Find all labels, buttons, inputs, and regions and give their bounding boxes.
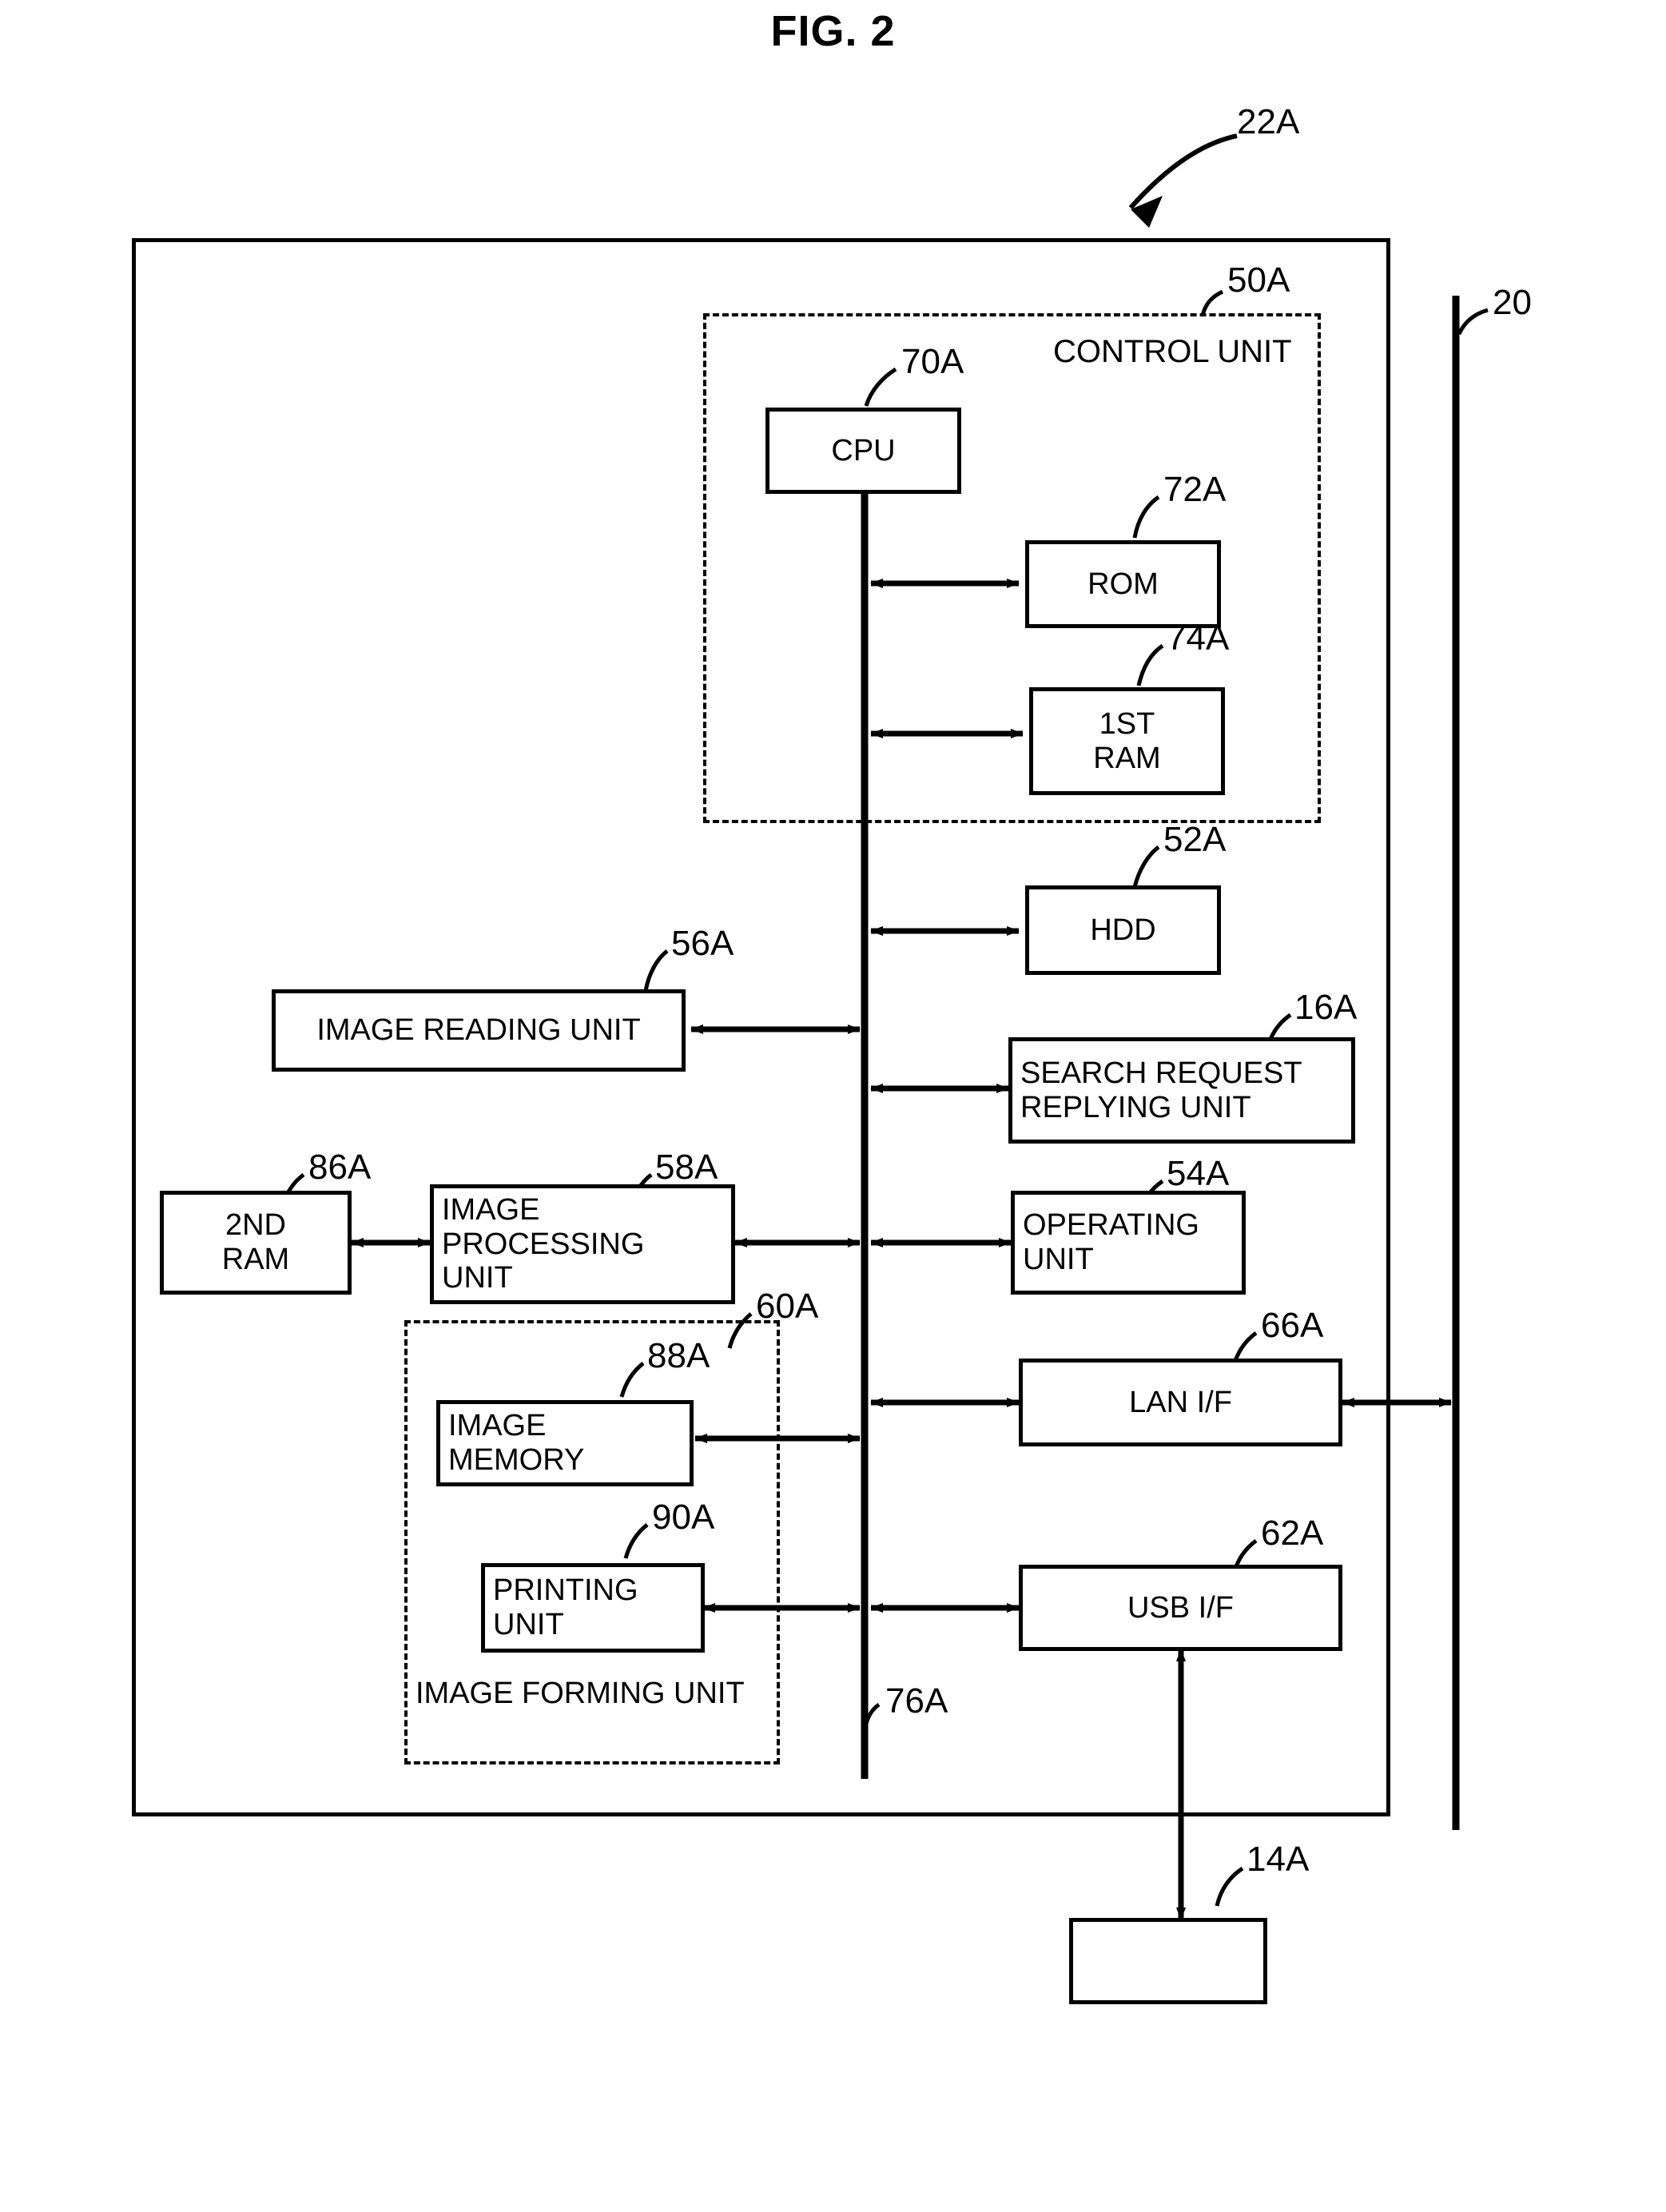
second-ram-block[interactable]: 2ND RAM: [160, 1191, 352, 1295]
external-device-block[interactable]: [1069, 1918, 1267, 2004]
second-ram-label-line2: RAM: [221, 1243, 290, 1276]
image-processing-unit-label-line1: IMAGE: [442, 1193, 540, 1227]
rom-block[interactable]: ROM: [1025, 540, 1221, 628]
first-ram-block[interactable]: 1ST RAM: [1029, 687, 1225, 795]
image-memory-label-line2: MEMORY: [448, 1443, 585, 1477]
ref-58A: 58A: [655, 1148, 718, 1187]
ref-14A: 14A: [1247, 1840, 1310, 1879]
ref-62A: 62A: [1261, 1514, 1324, 1553]
search-request-replying-unit-block[interactable]: SEARCH REQUEST REPLYING UNIT: [1008, 1037, 1355, 1144]
image-reading-unit-block[interactable]: IMAGE READING UNIT: [272, 989, 686, 1072]
ref-20: 20: [1493, 283, 1532, 322]
image-reading-unit-label: IMAGE READING UNIT: [316, 1013, 641, 1048]
image-processing-unit-block[interactable]: IMAGE PROCESSING UNIT: [430, 1184, 735, 1304]
first-ram-label-line2: RAM: [1093, 741, 1161, 775]
operating-unit-label-line1: OPERATING: [1023, 1208, 1199, 1243]
printing-unit-block[interactable]: PRINTING UNIT: [481, 1563, 705, 1653]
rom-label: ROM: [1087, 567, 1159, 601]
ref-50A: 50A: [1227, 261, 1290, 300]
ref-66A: 66A: [1261, 1306, 1324, 1345]
hdd-block[interactable]: HDD: [1025, 885, 1221, 975]
operating-unit-block[interactable]: OPERATING UNIT: [1011, 1191, 1246, 1295]
ref-54A: 54A: [1167, 1154, 1230, 1193]
first-ram-label-line1: 1ST: [1099, 706, 1155, 741]
lan-if-block[interactable]: LAN I/F: [1019, 1359, 1342, 1446]
image-processing-unit-label-line2: PROCESSING: [442, 1227, 645, 1261]
search-request-replying-unit-label-line2: REPLYING UNIT: [1020, 1090, 1251, 1124]
second-ram-label-line1: 2ND: [225, 1208, 287, 1243]
image-memory-label-line1: IMAGE: [448, 1409, 547, 1443]
control-unit-label: CONTROL UNIT: [1053, 334, 1292, 369]
printing-unit-label-line1: PRINTING: [493, 1573, 638, 1608]
ref-22A: 22A: [1237, 102, 1300, 141]
image-processing-unit-label-line3: UNIT: [442, 1261, 513, 1295]
figure-canvas: FIG. 2 22A 20 50A 70A 72A 74A 52A 56A 16…: [0, 0, 1666, 2212]
cpu-block[interactable]: CPU: [765, 408, 961, 494]
ref-16A: 16A: [1294, 988, 1358, 1027]
control-unit-container: [703, 313, 1321, 823]
ref-86A: 86A: [308, 1148, 372, 1187]
hdd-label: HDD: [1090, 913, 1156, 947]
image-memory-block[interactable]: IMAGE MEMORY: [436, 1400, 694, 1486]
image-forming-unit-label: IMAGE FORMING UNIT: [416, 1677, 745, 1710]
ref-52A: 52A: [1163, 820, 1227, 859]
ref-76A: 76A: [885, 1681, 948, 1721]
usb-if-label: USB I/F: [1127, 1590, 1235, 1625]
printing-unit-label-line2: UNIT: [493, 1608, 564, 1641]
lan-if-label: LAN I/F: [1129, 1385, 1232, 1419]
search-request-replying-unit-label-line1: SEARCH REQUEST: [1020, 1056, 1302, 1090]
ref-56A: 56A: [671, 924, 734, 963]
operating-unit-label-line2: UNIT: [1023, 1243, 1094, 1276]
figure-title: FIG. 2: [770, 7, 896, 55]
cpu-label: CPU: [831, 433, 896, 467]
usb-if-block[interactable]: USB I/F: [1019, 1565, 1342, 1651]
